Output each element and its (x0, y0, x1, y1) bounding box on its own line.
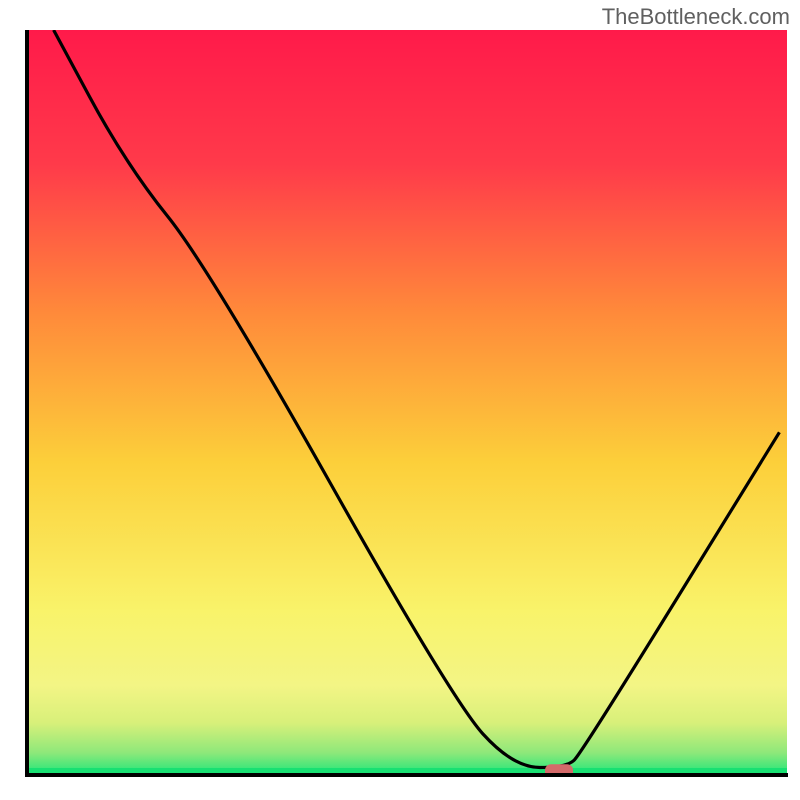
chart-container: TheBottleneck.com (0, 0, 800, 800)
plot-background (27, 30, 787, 775)
watermark-text: TheBottleneck.com (602, 4, 790, 30)
chart-svg (0, 0, 800, 800)
